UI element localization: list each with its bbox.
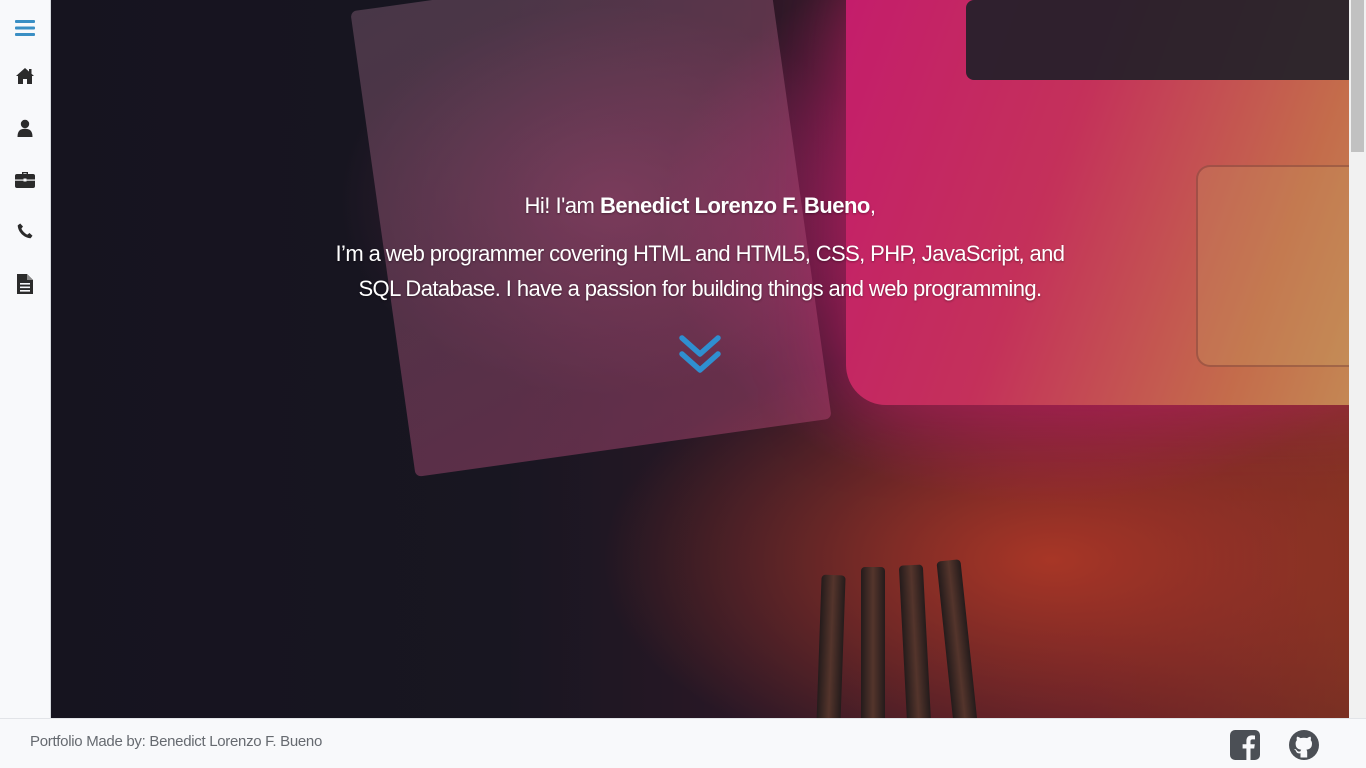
- footer: Portfolio Made by: Benedict Lorenzo F. B…: [0, 718, 1366, 768]
- page-scrollbar[interactable]: [1349, 0, 1366, 718]
- scrollbar-thumb[interactable]: [1351, 0, 1364, 152]
- sidebar-item-home[interactable]: [0, 56, 50, 96]
- facebook-icon: [1230, 730, 1260, 764]
- sidebar-item-contact[interactable]: [0, 211, 50, 251]
- hero-intro: Hi! I'am Benedict Lorenzo F. Bueno, I’m …: [51, 190, 1349, 306]
- chevron-double-down-icon: [678, 335, 722, 382]
- portfolio-page: Hi! I'am Benedict Lorenzo F. Bueno, I’m …: [0, 0, 1366, 768]
- sidebar-item-portfolio[interactable]: [0, 159, 50, 199]
- sidebar-item-about[interactable]: [0, 108, 50, 148]
- hero-section: Hi! I'am Benedict Lorenzo F. Bueno, I’m …: [51, 0, 1349, 718]
- hero-name: Benedict Lorenzo F. Bueno: [600, 193, 870, 218]
- menu-icon: [15, 19, 35, 37]
- sidebar-item-resume[interactable]: [0, 264, 50, 304]
- document-icon: [17, 274, 33, 294]
- hero-greeting: Hi! I'am Benedict Lorenzo F. Bueno,: [524, 193, 876, 218]
- facebook-link[interactable]: [1230, 730, 1260, 760]
- user-icon: [17, 119, 33, 137]
- github-icon: [1289, 730, 1319, 764]
- menu-toggle-button[interactable]: [0, 8, 50, 48]
- scroll-down-button[interactable]: [678, 334, 722, 378]
- sidebar-nav: [0, 0, 51, 718]
- briefcase-icon: [15, 171, 35, 188]
- home-icon: [15, 67, 35, 85]
- hero-intro-text: I’m a web programmer covering HTML and H…: [335, 241, 1066, 301]
- footer-credit: Portfolio Made by: Benedict Lorenzo F. B…: [30, 733, 322, 750]
- github-link[interactable]: [1289, 730, 1319, 760]
- phone-icon: [17, 223, 33, 239]
